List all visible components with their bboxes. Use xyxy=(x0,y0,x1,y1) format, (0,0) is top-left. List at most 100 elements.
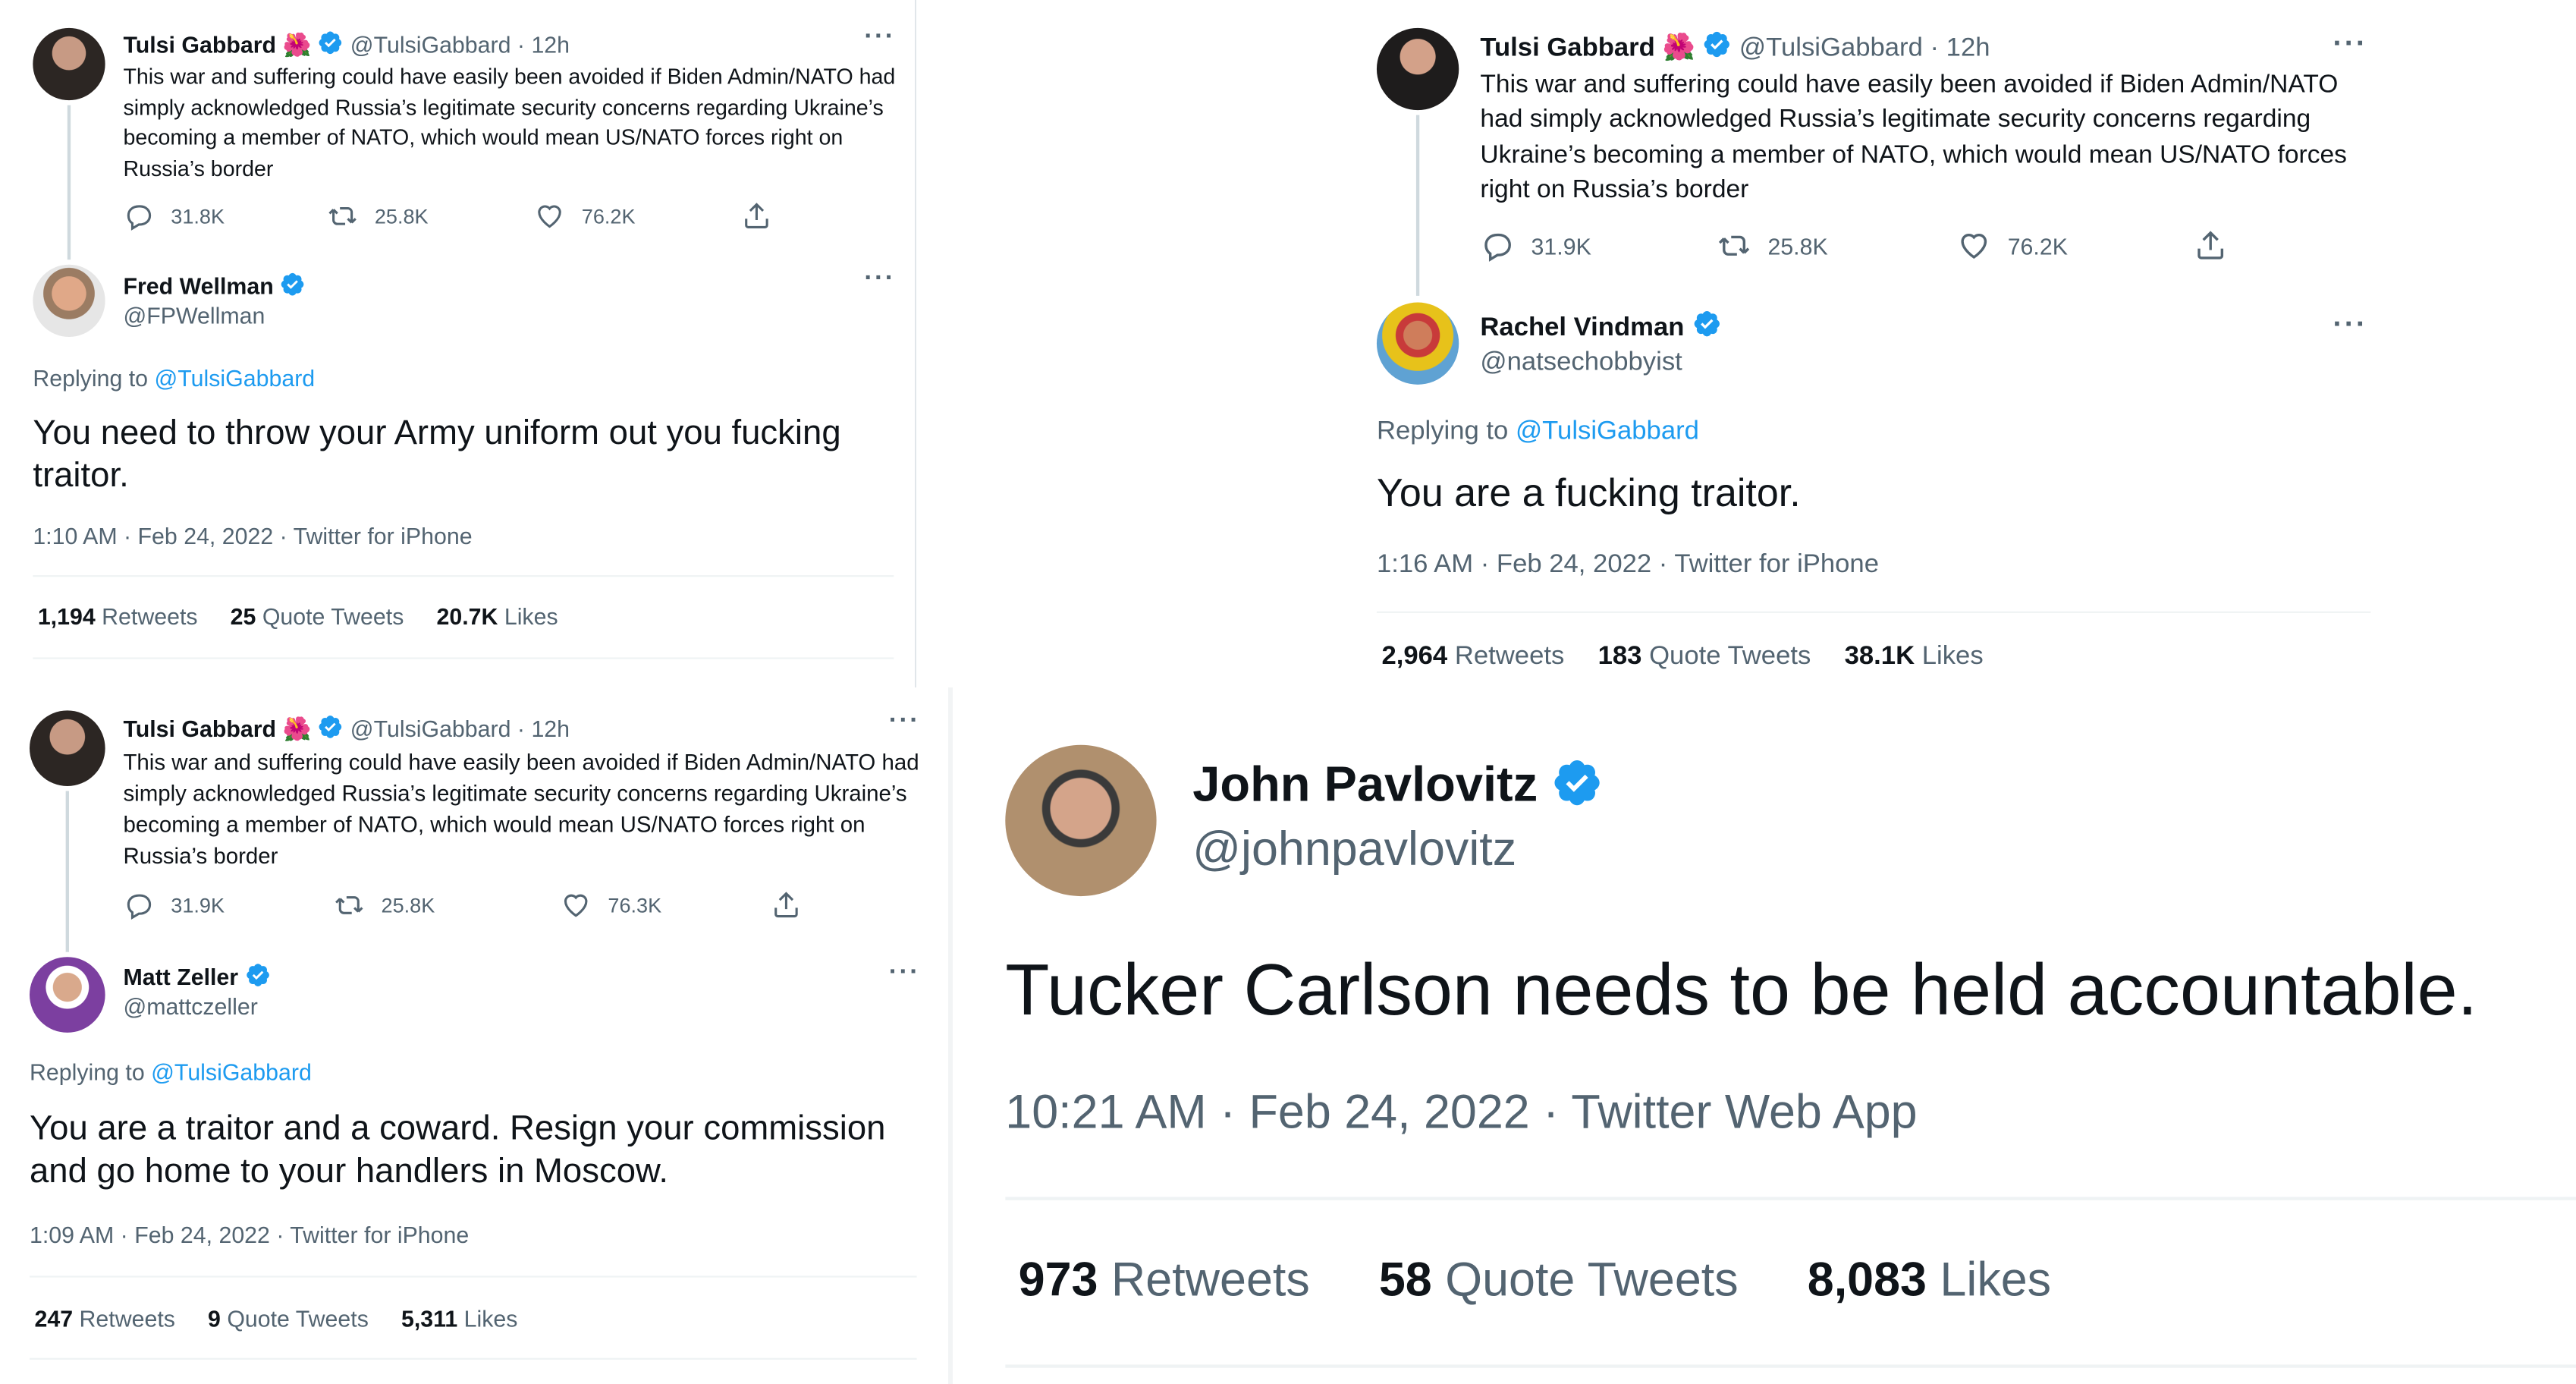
avatar[interactable] xyxy=(1376,302,1459,385)
reply-text: You are a fucking traitor. xyxy=(1376,471,1801,517)
share-action[interactable] xyxy=(771,889,802,920)
tweet-panel-john-pavlovitz: John Pavlovitz @johnpavlovitz Tucker Car… xyxy=(953,687,2576,1384)
author-handle[interactable]: @TulsiGabbard xyxy=(350,31,511,58)
verified-badge-icon xyxy=(280,271,306,297)
tweet-text: Tucker Carlson needs to be held accounta… xyxy=(1005,950,2478,1031)
more-icon[interactable]: ··· xyxy=(864,23,895,52)
replying-to: Replying to @TulsiGabbard xyxy=(1377,417,1699,447)
quote-tweets-stat[interactable]: 183 Quote Tweets xyxy=(1598,643,1811,671)
reply-action[interactable]: 31.8K xyxy=(123,200,327,231)
retweet-icon xyxy=(327,200,358,231)
tweet-panel-fred-wellman: Tulsi Gabbard 🌺 @TulsiGabbard · 12h ··· … xyxy=(0,0,915,687)
avatar[interactable] xyxy=(33,264,105,338)
reply-icon xyxy=(123,889,154,920)
quote-tweets-stat[interactable]: 25 Quote Tweets xyxy=(231,603,404,630)
tweet-time[interactable]: · 12h xyxy=(517,31,570,58)
author-handle[interactable]: @mattczeller xyxy=(123,993,271,1020)
retweets-stat[interactable]: 1,194 Retweets xyxy=(38,603,198,630)
reply-text: You need to throw your Army uniform out … xyxy=(33,414,841,495)
tweet-meta[interactable]: 10:21 AM · Feb 24, 2022 · Twitter Web Ap… xyxy=(1005,1087,1917,1140)
share-action[interactable] xyxy=(2193,228,2227,263)
avatar[interactable] xyxy=(33,27,105,101)
tweet-time[interactable]: · 12h xyxy=(1930,34,1990,62)
quote-tweets-stat[interactable]: 9 Quote Tweets xyxy=(208,1305,369,1332)
reply-text: You are a traitor and a coward. Resign y… xyxy=(29,1109,886,1191)
flower-emoji: 🌺 xyxy=(282,31,312,58)
reply-icon xyxy=(1480,228,1514,263)
tweet-meta[interactable]: 1:10 AM · Feb 24, 2022 · Twitter for iPh… xyxy=(33,523,472,549)
replying-to-link[interactable]: @TulsiGabbard xyxy=(151,1059,312,1086)
like-icon xyxy=(1957,228,1991,263)
share-icon xyxy=(2193,228,2227,263)
author-handle[interactable]: @johnpavlovitz xyxy=(1192,824,1604,878)
reply-action[interactable]: 31.9K xyxy=(123,889,333,920)
more-icon[interactable]: ··· xyxy=(889,958,920,988)
retweet-icon xyxy=(334,889,365,920)
replying-label: Replying to xyxy=(1376,417,1509,445)
avatar[interactable] xyxy=(1376,27,1459,111)
author-name[interactable]: Tulsi Gabbard xyxy=(1480,34,1654,62)
divider xyxy=(1005,1364,2576,1368)
thread-line xyxy=(65,791,69,952)
like-action[interactable]: 76.3K xyxy=(561,889,771,920)
tweet-meta[interactable]: 1:09 AM · Feb 24, 2022 · Twitter for iPh… xyxy=(30,1222,469,1248)
author-name[interactable]: Tulsi Gabbard xyxy=(123,31,276,58)
retweets-stat[interactable]: 973 Retweets xyxy=(1019,1254,1310,1307)
retweet-action[interactable]: 25.8K xyxy=(327,200,534,231)
like-action[interactable]: 76.2K xyxy=(1957,228,2194,263)
quote-tweets-stat[interactable]: 58 Quote Tweets xyxy=(1379,1254,1739,1307)
avatar[interactable] xyxy=(29,957,105,1033)
author-handle[interactable]: @FPWellman xyxy=(123,303,306,329)
verified-badge-icon xyxy=(318,30,344,56)
replying-to-link[interactable]: @TulsiGabbard xyxy=(154,365,315,392)
author-name[interactable]: John Pavlovitz xyxy=(1192,758,1538,812)
likes-stat[interactable]: 38.1K Likes xyxy=(1845,643,1984,671)
verified-badge-icon xyxy=(1702,30,1732,59)
more-icon[interactable]: ··· xyxy=(2333,27,2367,61)
tweet-meta[interactable]: 1:16 AM · Feb 24, 2022 · Twitter for iPh… xyxy=(1377,551,1879,580)
reply-author: Rachel Vindman @natsechobbyist xyxy=(1480,309,1721,378)
verified-badge-icon xyxy=(1551,756,1604,809)
replying-to: Replying to @TulsiGabbard xyxy=(33,365,315,392)
retweet-count: 25.8K xyxy=(374,204,429,228)
divider xyxy=(33,657,894,659)
author-name[interactable]: Tulsi Gabbard xyxy=(123,716,276,742)
author-handle[interactable]: @natsechobbyist xyxy=(1480,348,1721,378)
replying-label: Replying to xyxy=(29,1058,145,1086)
reply-action[interactable]: 31.9K xyxy=(1480,228,1717,263)
verified-badge-icon xyxy=(245,962,272,989)
share-icon xyxy=(741,200,772,231)
more-icon[interactable]: ··· xyxy=(864,265,895,294)
author-name[interactable]: Rachel Vindman xyxy=(1480,314,1684,342)
retweets-stat[interactable]: 247 Retweets xyxy=(34,1305,174,1332)
flower-emoji: 🌺 xyxy=(1662,34,1695,63)
like-action[interactable]: 76.2K xyxy=(534,200,741,231)
parent-tweet-text: This war and suffering could have easily… xyxy=(123,750,919,869)
action-bar: 31.8K 25.8K 76.2K xyxy=(123,200,772,231)
reply-count: 31.8K xyxy=(171,204,225,228)
more-icon[interactable]: ··· xyxy=(2333,307,2367,341)
tweet-panel-matt-zeller: Tulsi Gabbard 🌺 @TulsiGabbard · 12h ··· … xyxy=(0,687,948,1384)
tweet-time[interactable]: · 12h xyxy=(517,716,570,742)
like-icon xyxy=(534,200,565,231)
likes-stat[interactable]: 20.7K Likes xyxy=(436,603,558,630)
more-icon[interactable]: ··· xyxy=(889,707,920,737)
share-action[interactable] xyxy=(741,200,772,231)
author-name[interactable]: Fred Wellman xyxy=(123,273,273,300)
thread-line xyxy=(1415,115,1420,296)
retweet-count: 25.8K xyxy=(381,893,435,917)
retweet-action[interactable]: 25.8K xyxy=(1717,228,1956,263)
author-handle[interactable]: @TulsiGabbard xyxy=(350,716,511,742)
retweet-icon xyxy=(1717,228,1751,263)
flower-emoji: 🌺 xyxy=(282,715,312,742)
likes-stat[interactable]: 8,083 Likes xyxy=(1808,1254,2051,1307)
author-name[interactable]: Matt Zeller xyxy=(123,964,238,990)
retweet-action[interactable]: 25.8K xyxy=(334,889,561,920)
divider xyxy=(33,575,894,577)
avatar[interactable] xyxy=(29,710,105,786)
author-handle[interactable]: @TulsiGabbard xyxy=(1739,34,1923,62)
replying-to-link[interactable]: @TulsiGabbard xyxy=(1516,417,1699,445)
retweets-stat[interactable]: 2,964 Retweets xyxy=(1381,643,1564,671)
likes-stat[interactable]: 5,311 Likes xyxy=(401,1305,517,1332)
avatar[interactable] xyxy=(1005,744,1157,897)
